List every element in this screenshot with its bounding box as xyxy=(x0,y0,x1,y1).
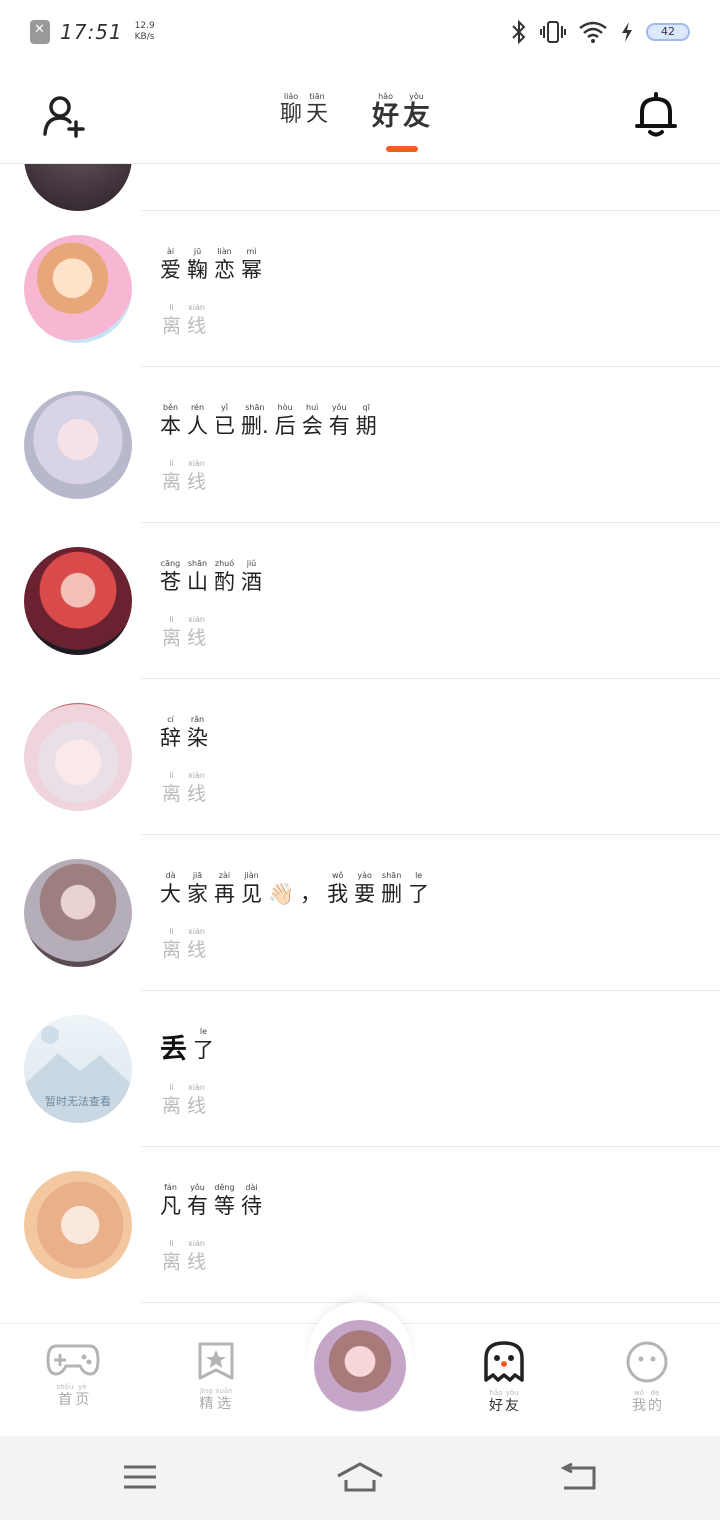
avatar xyxy=(24,547,132,655)
friend-name: cāng 苍 shān 山 zhuó 酌 jiǔ 酒 xyxy=(160,559,262,594)
list-item[interactable] xyxy=(0,103,720,211)
bottom-nav: shǒu 首 yè 页 jīng 精 xuǎn 选 hǎo 好 yǒu 友 wǒ… xyxy=(0,1302,720,1436)
avatar xyxy=(24,235,132,343)
system-nav-bar xyxy=(0,1436,720,1520)
status-text: lí 离 xiàn 线 xyxy=(162,459,207,493)
status-time: 17:51 xyxy=(60,20,123,44)
tab-friends[interactable]: hǎo 好 yǒu 友 xyxy=(372,92,430,152)
charging-icon xyxy=(622,22,632,42)
nav-home[interactable]: shǒu 首 yè 页 xyxy=(33,1340,113,1408)
list-item[interactable]: cāng 苍 shān 山 zhuó 酌 jiǔ 酒 lí 离 xiàn 线 xyxy=(0,523,720,679)
list-item[interactable]: dà 大 jiā 家 zài 再 jiàn 见 👋🏻 ， wǒ 我 yào 要 shān 删 … xyxy=(0,835,720,991)
status-text: lí 离 xiàn 线 xyxy=(162,771,207,805)
friend-name: fán 凡 yǒu 有 děng 等 dài 待 xyxy=(160,1183,262,1218)
nav-me[interactable]: wǒ 我 de 的 xyxy=(607,1340,687,1414)
list-item[interactable]: fán 凡 yǒu 有 děng 等 dài 待 lí 离 xiàn 线 xyxy=(0,1147,720,1303)
network-speed: 12.9 KB/s xyxy=(134,21,155,42)
list-item[interactable]: běn 本 rén 人 yǐ 已 shān 删. hòu 后 huì 会 yǒu 有 qī 期 … xyxy=(0,367,720,523)
vibrate-icon xyxy=(540,21,566,43)
nav-featured[interactable]: jīng 精 xuǎn 选 xyxy=(176,1340,256,1412)
avatar-placeholder: 暂时无法查看 xyxy=(24,1015,132,1123)
status-text: lí 离 xiàn 线 xyxy=(162,1239,207,1273)
list-item[interactable]: ài 爱 jū 鞠 liàn 恋 mì 幂 lí 离 xiàn 线 xyxy=(0,211,720,367)
friends-list: ài 爱 jū 鞠 liàn 恋 mì 幂 lí 离 xiàn 线 běn 本 rén 人 yǐ… xyxy=(0,103,720,1303)
avatar xyxy=(24,1171,132,1279)
bluetooth-icon xyxy=(512,19,526,45)
status-text: lí 离 xiàn 线 xyxy=(162,927,207,961)
wifi-icon xyxy=(579,21,607,43)
avatar xyxy=(24,391,132,499)
friend-name: běn 本 rén 人 yǐ 已 shān 删. hòu 后 huì 会 yǒu 有 qī 期 xyxy=(160,403,377,438)
nav-friends[interactable]: hǎo 好 yǒu 友 xyxy=(464,1340,544,1414)
ghost-icon xyxy=(484,1341,524,1382)
home-icon[interactable] xyxy=(336,1462,384,1494)
bell-icon[interactable] xyxy=(634,92,678,138)
avatar xyxy=(24,859,132,967)
battery-indicator: 42 xyxy=(646,23,690,41)
waving-hand-emoji: 👋🏻 xyxy=(268,882,295,906)
center-avatar-button[interactable] xyxy=(312,1318,408,1414)
status-text: lí 离 xiàn 线 xyxy=(162,1083,207,1117)
status-text: lí 离 xiàn 线 xyxy=(162,615,207,649)
status-text: lí 离 xiàn 线 xyxy=(162,303,207,337)
avatar xyxy=(24,703,132,811)
gamepad-icon xyxy=(46,1344,100,1376)
menu-icon[interactable] xyxy=(122,1462,158,1492)
add-friend-icon[interactable] xyxy=(42,94,86,138)
tab-chat[interactable]: liáo 聊 tiān 天 xyxy=(280,92,328,132)
friend-name: ài 爱 jū 鞠 liàn 恋 mì 幂 xyxy=(160,247,262,282)
top-header: liáo 聊 tiān 天 hǎo 好 yǒu 友 xyxy=(0,64,720,164)
friend-name: cí 辞 rǎn 染 xyxy=(160,715,208,750)
friend-name: dà 大 jiā 家 zài 再 jiàn 见 👋🏻 ， wǒ 我 yào 要 shān 删 … xyxy=(160,871,430,906)
no-sim-icon xyxy=(30,20,50,44)
face-icon xyxy=(626,1341,668,1383)
list-item[interactable]: cí 辞 rǎn 染 lí 离 xiàn 线 xyxy=(0,679,720,835)
active-tab-indicator xyxy=(386,146,419,152)
status-bar: 17:51 12.9 KB/s 42 xyxy=(0,0,720,64)
friend-name: 丢 le 了 xyxy=(160,1027,214,1065)
header-tabs: liáo 聊 tiān 天 hǎo 好 yǒu 友 xyxy=(280,92,430,152)
back-icon[interactable] xyxy=(560,1462,598,1492)
list-item[interactable]: 暂时无法查看 丢 le 了 lí 离 xiàn 线 xyxy=(0,991,720,1147)
star-bookmark-icon xyxy=(198,1342,234,1380)
